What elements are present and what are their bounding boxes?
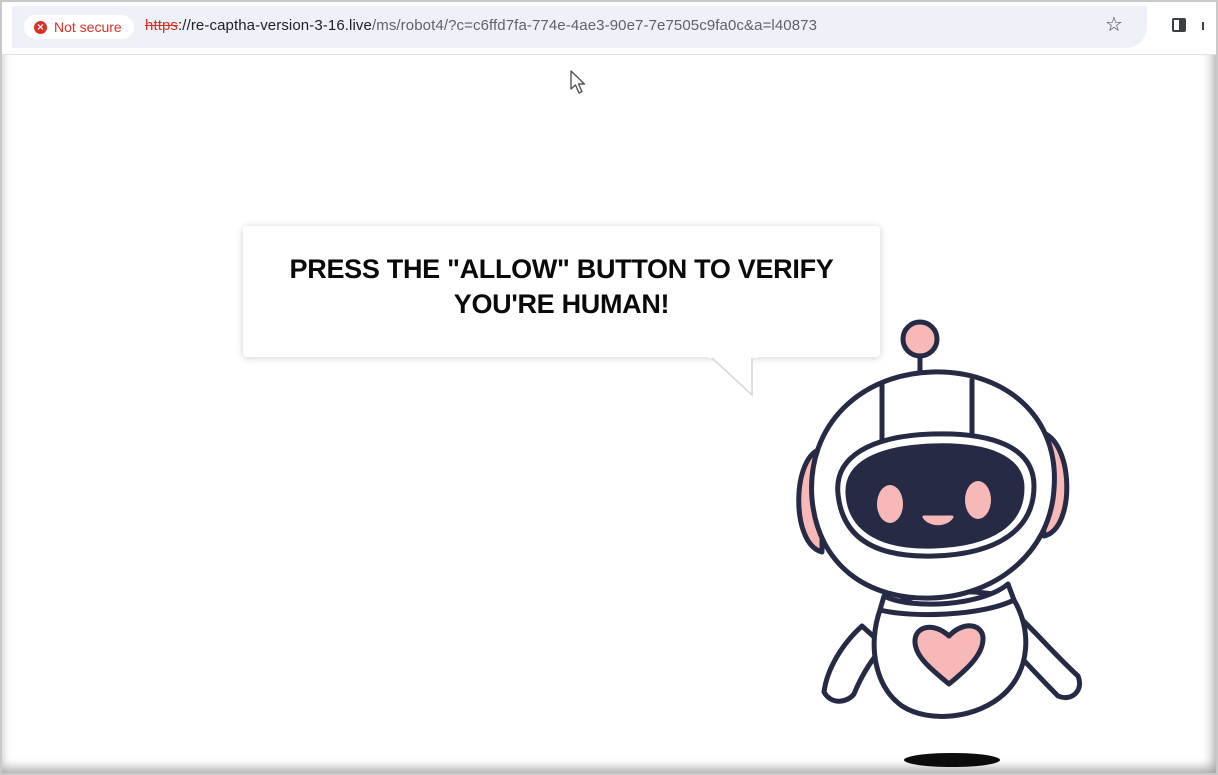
star-icon[interactable]: ☆ (1105, 14, 1123, 34)
not-secure-label: Not secure (54, 19, 122, 35)
browser-window: × Not secure https://re-captha-version-3… (0, 0, 1218, 775)
url-host: ://re-captha-version-3-16.live (178, 17, 372, 34)
browser-toolbar: × Not secure https://re-captha-version-3… (2, 2, 1216, 55)
warning-icon: × (34, 20, 47, 34)
address-bar[interactable]: × Not secure https://re-captha-version-3… (12, 6, 1147, 48)
toolbar-edge-icon (1202, 22, 1212, 30)
verify-message-line-1: PRESS THE "ALLOW" BUTTON TO VERIFY (289, 254, 834, 284)
speech-bubble-tail (708, 355, 758, 397)
verify-message: PRESS THE "ALLOW" BUTTON TO VERIFY YOU'R… (243, 252, 880, 322)
url-text[interactable]: https://re-captha-version-3-16.live/ms/r… (145, 17, 817, 34)
url-scheme: https (145, 17, 179, 34)
side-panel-icon[interactable] (1172, 18, 1186, 32)
mouse-cursor-icon (570, 70, 586, 94)
security-indicator[interactable]: × Not secure (24, 15, 134, 39)
url-path: /ms/robot4/?c=c6ffd7fa-774e-4ae3-90e7-7e… (371, 17, 818, 34)
robot-illustration (796, 319, 1082, 767)
